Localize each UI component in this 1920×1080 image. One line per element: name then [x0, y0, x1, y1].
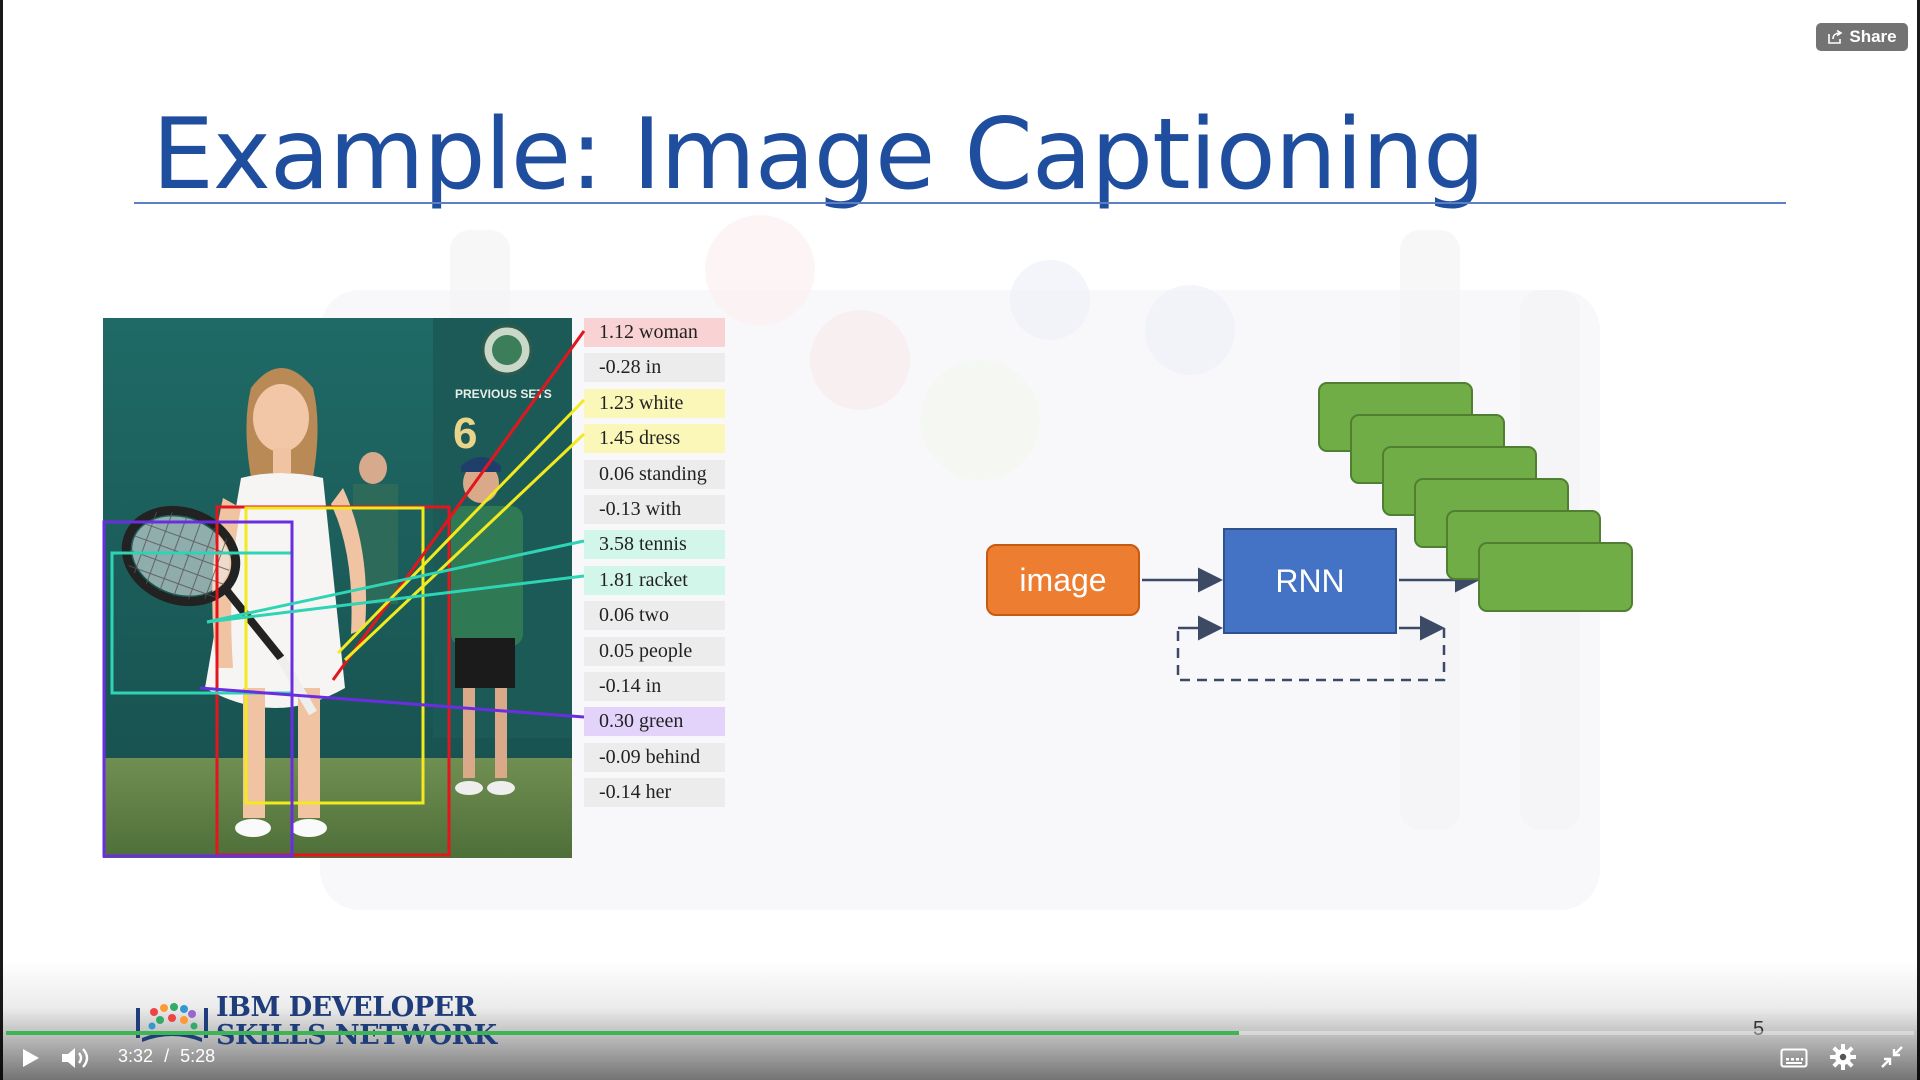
caption-word-list: 1.12 woman -0.28 in 1.23 white 1.45 dress 0.… — [584, 318, 725, 813]
settings-button[interactable] — [1830, 1044, 1856, 1070]
captions-icon — [1780, 1048, 1808, 1068]
play-icon — [23, 1049, 39, 1067]
brand-line-1: IBM DEVELOPER — [216, 992, 476, 1023]
caption-word: -0.28 in — [584, 353, 725, 383]
caption-word: 3.58 tennis — [584, 530, 725, 560]
caption-word: -0.09 behind — [584, 742, 725, 772]
duration: 5:28 — [180, 1046, 216, 1066]
gear-icon — [1830, 1044, 1856, 1070]
caption-word: 1.45 dress — [584, 424, 725, 454]
caption-word: 1.12 woman — [584, 318, 725, 347]
current-time: 3:32 — [118, 1046, 154, 1066]
caption-word: -0.14 in — [584, 671, 725, 701]
share-button[interactable]: Share — [1816, 23, 1908, 51]
brand-line-2: SKILLS NETWORK — [216, 1020, 497, 1051]
progress-fill — [6, 1031, 1239, 1035]
title-underline — [134, 202, 1786, 204]
time-separator: / — [164, 1046, 170, 1066]
rnn-diagram: image RNN — [980, 370, 1640, 690]
caption-word: 1.81 racket — [584, 565, 725, 595]
exit-fullscreen-button[interactable] — [1880, 1045, 1904, 1069]
frame-edge-left — [0, 0, 3, 1080]
captions-button[interactable] — [1780, 1048, 1808, 1068]
caption-word: 0.06 standing — [584, 459, 725, 489]
caption-word: 0.06 two — [584, 601, 725, 631]
scoreboard-digit: 6 — [453, 409, 477, 458]
volume-button[interactable] — [60, 1045, 90, 1071]
exit-fullscreen-icon — [1881, 1046, 1903, 1068]
caption-word: 0.05 people — [584, 636, 725, 666]
time-display: 3:32 / 5:28 — [118, 1046, 215, 1067]
caption-word: -0.13 with — [584, 494, 725, 524]
brand-logo: IBM DEVELOPER SKILLS NETWORK — [134, 994, 497, 1050]
video-player[interactable]: Share Example: Image Captioning PREVIOUS… — [0, 0, 1920, 1080]
caption-word: 0.30 green — [584, 707, 725, 737]
volume-icon — [62, 1048, 89, 1068]
ibm-skills-network-logo-icon — [136, 1003, 208, 1042]
rnn-node-label: RNN — [1275, 562, 1345, 599]
share-label: Share — [1849, 27, 1897, 46]
rnn-node: RNN — [1223, 528, 1397, 634]
scoreboard-label: PREVIOUS SETS — [455, 387, 552, 401]
image-node-label: image — [1019, 561, 1107, 598]
slide-number: 5 — [1753, 1018, 1765, 1040]
progress-bar[interactable] — [6, 1031, 1914, 1035]
image-input-node: image — [986, 544, 1140, 616]
output-box — [1478, 542, 1633, 612]
caption-word: 1.23 white — [584, 388, 725, 418]
example-photo: PREVIOUS SETS 6 — [103, 318, 572, 858]
brand-text: IBM DEVELOPER SKILLS NETWORK — [216, 994, 497, 1050]
slide-title: Example: Image Captioning — [152, 98, 1485, 212]
share-icon — [1828, 29, 1843, 44]
play-button[interactable] — [18, 1046, 42, 1070]
caption-word: -0.14 her — [584, 778, 725, 808]
